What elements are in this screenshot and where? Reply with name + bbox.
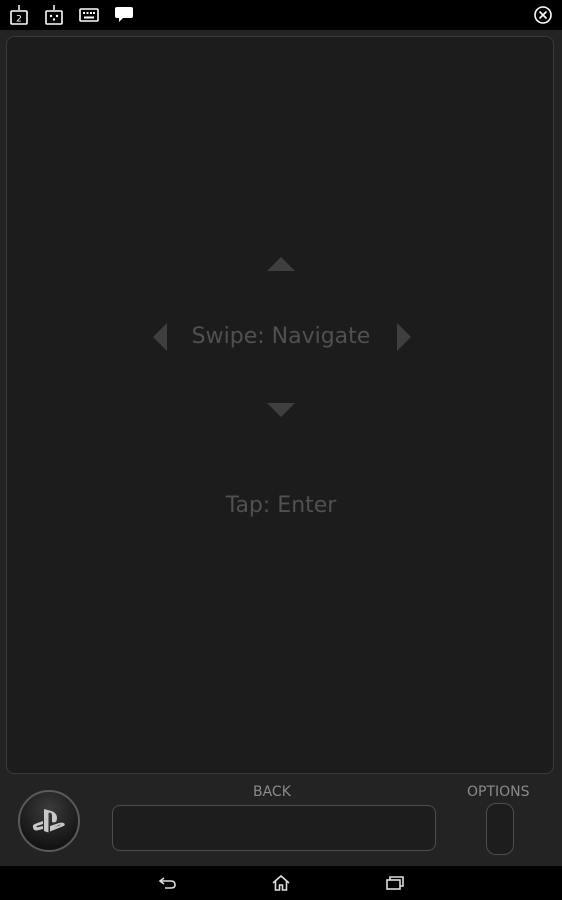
remote-panel: Swipe: Navigate Tap: Enter — [0, 30, 562, 866]
top-toolbar: 2 — [0, 0, 562, 30]
up-arrow-icon — [267, 257, 295, 271]
swipe-hint: Swipe: Navigate — [191, 324, 371, 349]
system-navbar — [0, 866, 562, 900]
recent-apps-icon[interactable] — [383, 872, 407, 894]
playstation-logo-icon — [32, 809, 65, 833]
chat-icon[interactable] — [113, 5, 135, 25]
back-icon[interactable] — [156, 872, 180, 894]
tap-hint: Tap: Enter — [225, 493, 337, 518]
controller-icon[interactable] — [43, 5, 65, 25]
back-label: BACK — [253, 784, 291, 800]
keyboard-icon[interactable] — [78, 5, 100, 25]
close-icon[interactable] — [532, 5, 554, 25]
left-arrow-icon — [153, 323, 167, 351]
options-button[interactable] — [486, 803, 514, 855]
options-label: OPTIONS — [467, 784, 530, 800]
svg-text:2: 2 — [16, 15, 22, 25]
home-icon[interactable] — [269, 872, 293, 894]
ps-button[interactable] — [18, 790, 80, 852]
back-button[interactable] — [112, 805, 436, 851]
right-arrow-icon — [397, 323, 411, 351]
down-arrow-icon — [267, 403, 295, 417]
second-screen-icon[interactable]: 2 — [8, 5, 30, 25]
touchpad-area[interactable]: Swipe: Navigate Tap: Enter — [6, 36, 554, 774]
